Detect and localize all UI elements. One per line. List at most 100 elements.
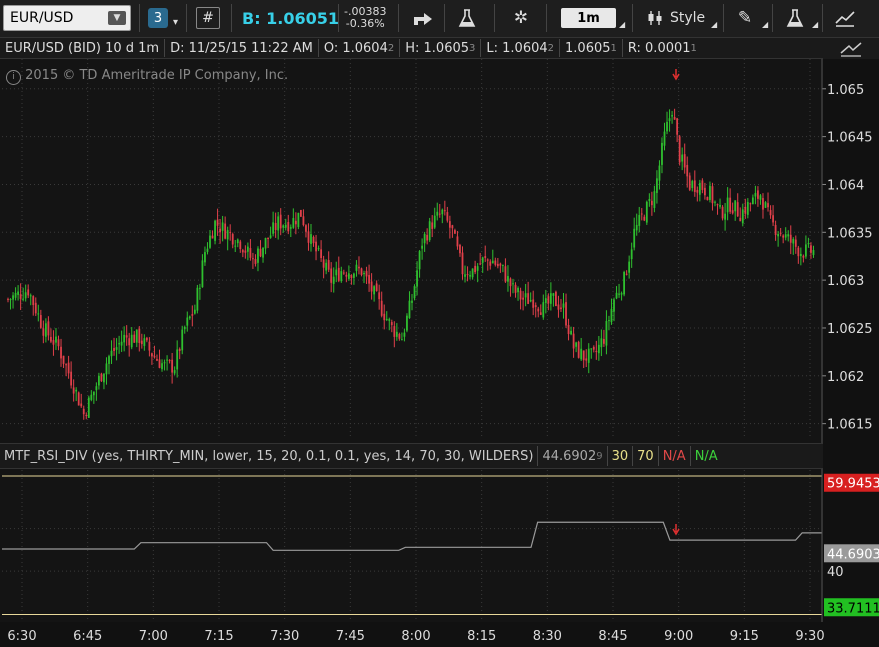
study-lower-badge-bg <box>824 598 879 617</box>
candle-body <box>640 213 643 215</box>
flask-icon[interactable] <box>452 5 482 31</box>
time-tick-label: 7:45 <box>336 629 365 644</box>
study-header[interactable]: MTF_RSI_DIV (yes, THIRTY_MIN, lower, 15,… <box>0 443 823 469</box>
candle-body <box>284 224 287 228</box>
candle-body <box>254 259 257 264</box>
candle-body <box>191 314 194 316</box>
candle-body <box>77 392 80 406</box>
candle-body <box>749 203 752 205</box>
share-icon[interactable] <box>408 5 438 31</box>
candle-body <box>401 339 403 341</box>
candle-body <box>575 342 578 347</box>
candle-body <box>199 287 201 289</box>
candle-body <box>315 241 317 252</box>
symbol-selector[interactable]: EUR/USD ▼ <box>3 5 131 31</box>
style-menu[interactable]: Style <box>646 5 705 31</box>
chart-toolbar: EUR/USD ▼ 3 ▾ # B: 1.06051 -.00383 -0.36… <box>0 0 879 38</box>
candle-body <box>335 269 338 276</box>
candle-body <box>246 246 249 252</box>
candle-body <box>464 274 466 277</box>
drawing-tools-icon[interactable] <box>830 5 860 31</box>
candle-body <box>158 359 161 368</box>
candle-body <box>262 247 264 258</box>
candle-body <box>50 336 52 342</box>
candle-body <box>524 293 527 298</box>
study-current-badge-bg <box>824 544 879 563</box>
candle-body <box>358 266 360 269</box>
candle-body <box>403 332 406 337</box>
candle-body <box>645 201 648 223</box>
candle-body <box>355 264 358 271</box>
pencil-icon[interactable]: ✎ <box>731 5 759 31</box>
gear-icon[interactable]: ✲ <box>506 5 536 31</box>
candle-body <box>241 250 244 253</box>
candle-body <box>345 274 348 277</box>
candle-body <box>582 350 585 361</box>
chevron-down-icon[interactable]: ▾ <box>173 9 178 35</box>
timeframe-selector[interactable]: 1m <box>561 8 616 28</box>
bar-close: 1.0605 1 <box>560 39 623 57</box>
candle-body <box>507 276 509 282</box>
candle-body <box>479 263 482 265</box>
candle-body <box>272 222 275 234</box>
candle-body <box>395 331 398 337</box>
candle-body <box>441 209 444 215</box>
candle-body <box>375 283 378 292</box>
rsi-line <box>2 521 822 551</box>
candle-body <box>539 312 542 315</box>
candle-body <box>171 359 174 373</box>
candle-body <box>92 391 95 396</box>
candle-body <box>762 198 764 210</box>
candle-body <box>726 197 729 213</box>
candle-body <box>327 260 330 270</box>
time-tick-label: 7:15 <box>204 629 233 644</box>
candle-body <box>706 196 709 201</box>
candle-body <box>423 234 426 244</box>
candle-body <box>767 203 769 208</box>
candle-body <box>519 290 522 300</box>
candle-body <box>44 323 47 337</box>
candle-body <box>347 273 350 279</box>
candle-body <box>532 299 535 308</box>
candle-body <box>55 336 57 343</box>
chart-header: EUR/USD (BID) 10 d 1m D: 11/25/15 11:22 … <box>0 38 823 59</box>
candle-body <box>239 241 242 250</box>
candle-body <box>196 287 199 311</box>
candle-body <box>128 338 131 346</box>
candle-body <box>380 300 383 316</box>
candle-body <box>214 220 216 241</box>
candle-body <box>739 217 742 222</box>
candle-body <box>60 346 62 359</box>
candle-body <box>610 308 613 323</box>
candle-body <box>489 261 492 266</box>
candle-body <box>595 350 598 352</box>
corner-arrow-icon: ◢ <box>711 19 718 29</box>
time-tick-label: 7:30 <box>270 629 299 644</box>
study-name: MTF_RSI_DIV (yes, THIRTY_MIN, lower, 15,… <box>0 446 539 466</box>
hash-icon[interactable]: # <box>196 7 220 29</box>
price-axis-bg <box>823 59 879 647</box>
candle-body <box>648 198 651 201</box>
divergence-arrow-icon <box>672 524 680 536</box>
candle-body <box>82 408 85 415</box>
price-tick-label: 1.064 <box>827 178 864 193</box>
flask-icon[interactable] <box>780 5 810 31</box>
candle-body <box>650 200 653 206</box>
candle-body <box>188 316 191 319</box>
candle-body <box>797 247 800 257</box>
candle-body <box>370 281 373 292</box>
oversold-level: 30 <box>608 446 634 466</box>
candle-body <box>494 260 497 265</box>
study-level-40: 40 <box>827 565 844 580</box>
candle-body <box>777 234 780 237</box>
candle-body <box>696 190 699 193</box>
link-group-badge[interactable]: 3 <box>148 8 168 28</box>
candle-body <box>504 266 507 282</box>
candle-body <box>810 245 812 253</box>
chart-style-icon[interactable] <box>823 38 879 60</box>
candle-body <box>85 415 88 417</box>
candle-body <box>618 293 620 295</box>
candle-body <box>741 209 744 224</box>
candle-body <box>274 223 277 230</box>
candle-body <box>135 329 138 343</box>
